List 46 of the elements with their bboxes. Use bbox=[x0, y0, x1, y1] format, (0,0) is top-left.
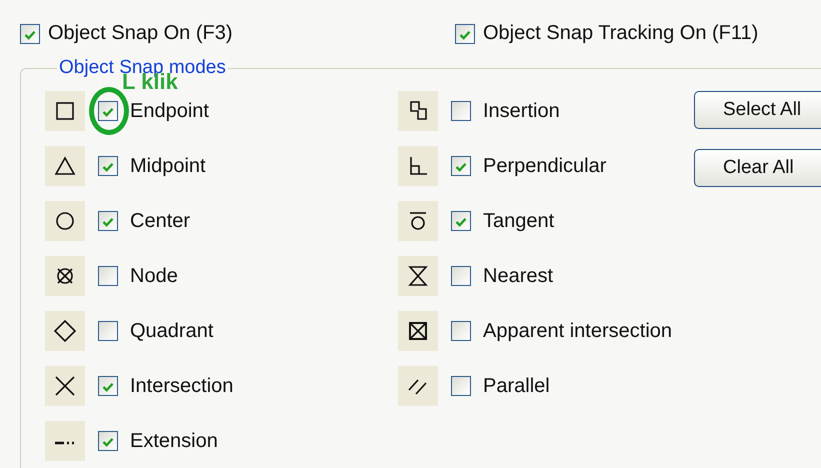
checkbox-label: Object Snap Tracking On (F11) bbox=[483, 22, 758, 45]
checkbox-label: Midpoint bbox=[130, 154, 206, 178]
checkbox-label: Object Snap On (F3) bbox=[48, 22, 233, 45]
checkbox[interactable] bbox=[451, 266, 471, 286]
endpoint-snap-icon bbox=[45, 91, 85, 131]
perpendicular-snap-icon bbox=[398, 146, 438, 186]
checkbox[interactable] bbox=[451, 376, 471, 396]
action-button[interactable]: Select All bbox=[694, 91, 821, 129]
checkbox[interactable] bbox=[451, 321, 471, 341]
checkbox[interactable] bbox=[98, 101, 118, 121]
checkbox[interactable] bbox=[451, 211, 471, 231]
checkbox[interactable] bbox=[98, 211, 118, 231]
quadrant-snap-icon bbox=[45, 311, 85, 351]
midpoint-snap-icon bbox=[45, 146, 85, 186]
checkbox[interactable] bbox=[98, 376, 118, 396]
checkbox-label: Node bbox=[130, 264, 178, 288]
tangent-snap-icon bbox=[398, 201, 438, 241]
checkbox[interactable] bbox=[98, 156, 118, 176]
checkbox[interactable] bbox=[20, 24, 40, 44]
checkbox-label: Center bbox=[130, 210, 190, 232]
center-snap-icon bbox=[45, 201, 85, 241]
action-button[interactable]: Clear All bbox=[694, 149, 821, 187]
checkbox-label: Intersection bbox=[130, 374, 234, 398]
extension-snap-icon bbox=[45, 421, 85, 461]
nearest-snap-icon bbox=[398, 256, 438, 296]
highlight-circle bbox=[89, 87, 129, 135]
checkbox-label: Endpoint bbox=[130, 100, 209, 122]
checkbox-label: Extension bbox=[130, 430, 218, 452]
checkbox-label: Quadrant bbox=[130, 320, 214, 342]
checkbox-label: Apparent intersection bbox=[483, 320, 672, 342]
apparent-snap-icon bbox=[398, 311, 438, 351]
parallel-snap-icon bbox=[398, 366, 438, 406]
checkbox[interactable] bbox=[455, 24, 475, 44]
checkbox-label: Insertion bbox=[483, 100, 560, 122]
checkbox[interactable] bbox=[451, 156, 471, 176]
intersection-snap-icon bbox=[45, 366, 85, 406]
checkbox-label: Parallel bbox=[483, 374, 550, 398]
node-snap-icon bbox=[45, 256, 85, 296]
checkbox[interactable] bbox=[98, 431, 118, 451]
checkbox[interactable] bbox=[98, 266, 118, 286]
checkbox-label: Nearest bbox=[483, 264, 554, 288]
checkbox[interactable] bbox=[451, 101, 471, 121]
checkbox-label: Perpendicular bbox=[483, 154, 606, 178]
insertion-snap-icon bbox=[398, 91, 438, 131]
checkbox[interactable] bbox=[98, 321, 118, 341]
checkbox-label: Tangent bbox=[483, 210, 554, 232]
